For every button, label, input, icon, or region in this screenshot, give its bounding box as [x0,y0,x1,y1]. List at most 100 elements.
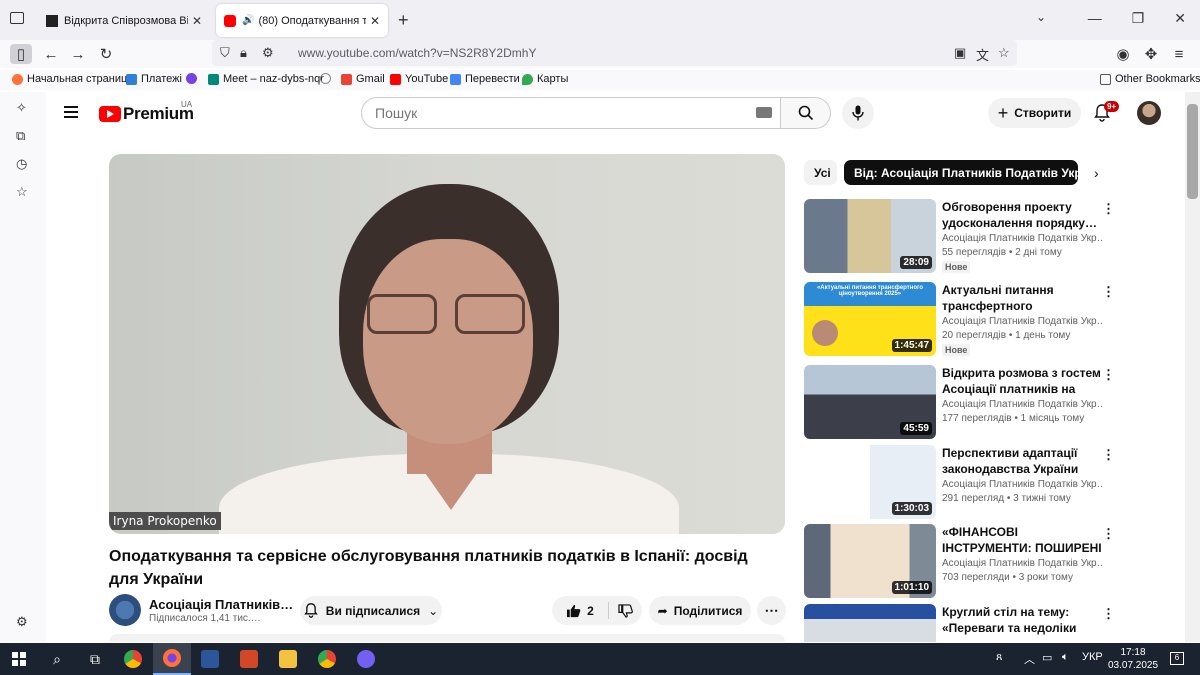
tab-active[interactable]: 🔊 (80) Оподаткування та серв ✕ [216,4,388,37]
file-explorer-icon[interactable] [269,643,307,675]
ai-chat-icon[interactable]: ✧ [16,100,27,116]
guide-menu-icon[interactable] [64,106,78,118]
subscribed-button[interactable]: Ви підписалися ⌄ [300,596,442,625]
restore-icon[interactable]: ❐ [1132,10,1145,27]
video-thumbnail[interactable]: 1:01:10 [804,524,936,598]
chrome-icon[interactable] [114,643,152,675]
youtube-logo[interactable]: Premium UA [99,100,194,124]
chip-all[interactable]: Усі [804,160,837,185]
bookmark-unnamed-2[interactable] [320,73,331,84]
speaker-icon[interactable]: 🔊 [242,15,254,26]
history-icon[interactable]: ◷ [16,156,27,172]
video-thumbnail[interactable]: 1:30:03 [804,445,936,519]
scrollbar-thumb[interactable] [1187,104,1198,199]
channel-avatar[interactable] [109,594,141,626]
bookmark-star-icon[interactable]: ☆ [998,45,1010,61]
minimize-icon[interactable]: — [1088,10,1102,27]
page-scrollbar[interactable] [1185,92,1200,642]
video-thumbnail[interactable]: 45:59 [804,365,936,439]
user-avatar[interactable] [1137,101,1161,125]
recommendation-channel[interactable]: Асоціація Платників Податків Укр… [942,558,1102,569]
firefox-icon[interactable] [153,643,191,675]
reload-button[interactable]: ↻ [95,44,117,64]
video-thumbnail[interactable]: «Актуальні питання трансфертного ціноутв… [804,282,936,356]
chrome-alt-icon[interactable] [308,643,346,675]
recommendation-item[interactable]: 45:59 Відкрита розмова з гостем Асоціаці… [804,365,1124,441]
recommendation-title[interactable]: Відкрита розмова з гостем Асоціації плат… [942,365,1102,397]
bookmark-meet[interactable]: Meet – naz-dybs-nqr [208,73,324,85]
url-bar[interactable]: ⛉ 🔒︎ ⚙ www.youtube.com/watch?v=NS2R8Y2Dm… [212,40,1017,66]
bookmarks-icon[interactable]: ☆ [16,184,28,200]
create-button[interactable]: + Створити [988,98,1081,128]
bookmark-payments[interactable]: Платежі [126,73,182,85]
more-actions-button[interactable]: ⋯ [757,596,786,625]
permissions-icon[interactable]: ⚙ [262,45,274,61]
voice-search-button[interactable] [842,97,874,129]
bookmark-translate[interactable]: Перевести [450,73,520,85]
list-all-tabs-icon[interactable]: ⌄ [1036,10,1046,24]
recommendation-title[interactable]: «ФІНАНСОВІ ІНСТРУМЕНТИ: ПОШИРЕНІ ПИТАННЯ… [942,524,1102,556]
description-box[interactable] [109,634,785,642]
recommendation-title[interactable]: Круглий стіл на тему: «Переваги та недол… [942,604,1102,636]
kebab-menu-icon[interactable]: ⋮ [1102,606,1115,622]
notification-center-icon[interactable]: 6 [1170,652,1184,665]
customize-sidebar-icon[interactable]: ⚙ [16,614,28,630]
url-text[interactable]: www.youtube.com/watch?v=NS2R8Y2DmhY [298,46,536,60]
extensions-icon[interactable]: ✥ [1140,44,1162,64]
other-bookmarks[interactable]: Other Bookmarks [1100,73,1200,85]
kebab-menu-icon[interactable]: ⋮ [1102,367,1115,383]
kebab-menu-icon[interactable]: ⋮ [1102,526,1115,542]
translate-icon[interactable]: 文 [976,45,989,64]
recommendation-item[interactable]: Круглий стіл на тему: «Переваги та недол… [804,604,1124,642]
search-icon[interactable]: ⌕ [38,643,76,675]
volume-icon[interactable]: 🔈︎ [1062,651,1069,664]
kebab-menu-icon[interactable]: ⋮ [1102,447,1115,463]
recommendation-channel[interactable]: Асоціація Платників Податків Укр… [942,316,1102,327]
kebab-menu-icon[interactable]: ⋮ [1102,201,1115,217]
recommendation-item[interactable]: 1:30:03 Перспективи адаптації законодавс… [804,445,1124,521]
powerpoint-icon[interactable] [230,643,268,675]
video-thumbnail[interactable] [804,604,936,642]
search-button[interactable] [781,97,831,129]
bookmark-unnamed[interactable] [186,73,197,84]
menu-icon[interactable]: ≡ [1168,44,1190,64]
video-thumbnail[interactable]: 28:09 [804,199,936,273]
task-view-icon[interactable]: ⧉ [76,643,114,675]
close-window-icon[interactable]: ✕ [1174,10,1186,27]
chip-from-channel[interactable]: Від: Асоціація Платників Податків Україн… [844,160,1078,185]
battery-icon[interactable]: ▭ [1042,651,1052,664]
recommendation-channel[interactable]: Асоціація Платників Податків Укр… [942,233,1102,244]
bookmark-gmail[interactable]: Gmail [341,73,385,85]
close-tab-icon[interactable]: ✕ [192,14,202,28]
windows-start-icon[interactable] [0,643,38,675]
bookmark-start-page[interactable]: Начальная страница [12,73,133,85]
viber-icon[interactable] [347,643,385,675]
word-icon[interactable] [191,643,229,675]
search-input[interactable]: Пошук [361,97,781,129]
recommendation-item[interactable]: «Актуальні питання трансфертного ціноутв… [804,282,1124,358]
new-tab-button[interactable]: + [398,10,409,31]
tray-expand-icon[interactable]: ︿ [1024,651,1035,667]
recommendation-item[interactable]: 1:01:10 «ФІНАНСОВІ ІНСТРУМЕНТИ: ПОШИРЕНІ… [804,524,1124,600]
synced-tabs-icon[interactable]: ⧉ [16,128,25,144]
tab-inactive[interactable]: Відкрита Співрозмова Віце-пр ✕ [38,4,210,37]
recommendation-title[interactable]: Обговорення проекту удосконалення порядк… [942,199,1102,231]
kebab-menu-icon[interactable]: ⋮ [1102,284,1115,300]
lock-icon[interactable]: 🔒︎ [240,45,247,61]
close-tab-icon[interactable]: ✕ [370,14,380,28]
forward-button[interactable]: → [67,44,89,64]
recommendation-title[interactable]: Перспективи адаптації законодавства Укра… [942,445,1102,477]
picture-in-picture-icon[interactable]: ▣ [954,45,966,61]
back-button[interactable]: ← [40,44,62,64]
video-player[interactable]: Iryna Prokopenko [109,154,785,534]
recommendation-title[interactable]: Актуальні питання трансфертного ціноутво… [942,282,1102,314]
input-language[interactable]: УКР [1082,651,1103,663]
sidebar-toggle-button[interactable]: ▯ [10,44,32,64]
shield-icon[interactable]: ⛉ [220,45,230,61]
recommendation-item[interactable]: 28:09 Обговорення проекту удосконалення … [804,199,1124,275]
chevron-right-icon[interactable]: › [1094,165,1099,181]
keyboard-icon[interactable] [756,107,772,118]
bookmark-maps[interactable]: Карты [522,73,568,85]
dislike-button[interactable] [609,596,642,625]
system-clock[interactable]: 17:18 03.07.2025 [1108,646,1158,672]
